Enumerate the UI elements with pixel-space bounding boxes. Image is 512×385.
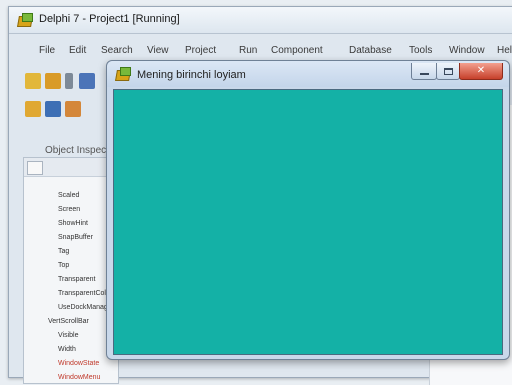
ide-title: Delphi 7 - Project1 [Running] bbox=[39, 13, 180, 25]
view-unit-icon[interactable] bbox=[65, 101, 81, 117]
property-row[interactable]: Top bbox=[58, 262, 69, 269]
close-button[interactable]: ✕ bbox=[459, 63, 503, 80]
object-inspector: Scaled Screen ShowHint SnapBuffer Tag To… bbox=[23, 157, 119, 384]
ide-menubar: File Edit Search View Project Run Compon… bbox=[17, 41, 512, 59]
property-row[interactable]: Visible bbox=[58, 332, 79, 339]
maximize-icon bbox=[443, 67, 453, 75]
form-titlebar[interactable]: Mening birinchi loyiam ✕ bbox=[107, 61, 509, 87]
dropdown-arrow-icon[interactable] bbox=[65, 73, 73, 89]
menu-file[interactable]: File bbox=[39, 45, 55, 56]
secondary-toolbar bbox=[23, 99, 119, 121]
property-row[interactable]: Width bbox=[58, 346, 76, 353]
inspector-properties: Scaled Screen ShowHint SnapBuffer Tag To… bbox=[24, 176, 118, 383]
inspector-dropdown-button[interactable] bbox=[27, 161, 43, 175]
menu-run[interactable]: Run bbox=[239, 45, 257, 56]
property-row[interactable]: TransparentColor bbox=[58, 290, 112, 297]
save-all-icon[interactable] bbox=[45, 101, 61, 117]
menu-project[interactable]: Project bbox=[185, 45, 216, 56]
open-icon[interactable] bbox=[45, 73, 61, 89]
delphi-app-icon bbox=[17, 12, 33, 28]
inspector-header bbox=[24, 158, 118, 177]
property-row[interactable]: WindowState bbox=[58, 360, 99, 367]
property-row[interactable]: WindowMenu bbox=[58, 374, 100, 381]
property-row[interactable]: VertScrollBar bbox=[48, 318, 89, 325]
form-window[interactable]: Mening birinchi loyiam ✕ bbox=[106, 60, 510, 360]
close-icon: ✕ bbox=[476, 65, 486, 76]
save-icon[interactable] bbox=[79, 73, 95, 89]
property-row[interactable]: Screen bbox=[58, 206, 80, 213]
open-project-icon[interactable] bbox=[25, 101, 41, 117]
property-row[interactable]: SnapBuffer bbox=[58, 234, 93, 241]
menu-view[interactable]: View bbox=[147, 45, 169, 56]
menu-tools[interactable]: Tools bbox=[409, 45, 432, 56]
menu-search[interactable]: Search bbox=[101, 45, 133, 56]
menu-help[interactable]: Help bbox=[497, 45, 512, 56]
maximize-button[interactable] bbox=[436, 63, 460, 80]
new-icon[interactable] bbox=[25, 73, 41, 89]
menu-database[interactable]: Database bbox=[349, 45, 392, 56]
main-toolbar bbox=[23, 71, 119, 93]
property-row[interactable]: Tag bbox=[58, 248, 69, 255]
menu-edit[interactable]: Edit bbox=[69, 45, 86, 56]
menu-component[interactable]: Component bbox=[271, 45, 323, 56]
property-row[interactable]: Scaled bbox=[58, 192, 79, 199]
form-client-area[interactable] bbox=[113, 89, 503, 355]
menu-window[interactable]: Window bbox=[449, 45, 485, 56]
minimize-icon bbox=[419, 73, 429, 75]
ide-titlebar: Delphi 7 - Project1 [Running] bbox=[9, 7, 512, 34]
property-row[interactable]: Transparent bbox=[58, 276, 95, 283]
delphi-app-icon bbox=[115, 66, 131, 82]
window-controls: ✕ bbox=[411, 63, 503, 81]
property-row[interactable]: ShowHint bbox=[58, 220, 88, 227]
form-title: Mening birinchi loyiam bbox=[137, 69, 246, 81]
minimize-button[interactable] bbox=[411, 63, 437, 80]
